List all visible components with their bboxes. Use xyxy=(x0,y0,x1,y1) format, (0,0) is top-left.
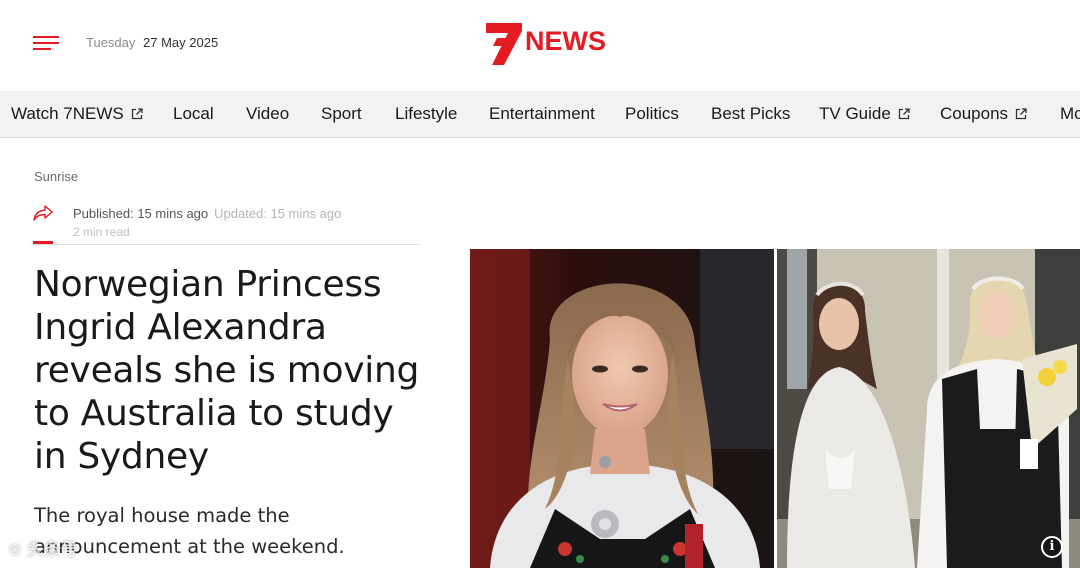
nav-item-label: Mo xyxy=(1060,104,1080,123)
nav-item-politics[interactable]: Politics xyxy=(625,104,679,124)
nav-item-label: Politics xyxy=(625,104,679,123)
external-link-icon xyxy=(1015,108,1027,120)
7news-logo[interactable]: NEWS xyxy=(484,22,632,66)
nav-item-label: Lifestyle xyxy=(395,104,458,123)
royals-walking-image xyxy=(777,249,1080,568)
article-category[interactable]: Sunrise xyxy=(34,169,78,184)
nav-item-mo[interactable]: Mo xyxy=(1060,104,1080,124)
nav-item-video[interactable]: Video xyxy=(246,104,289,124)
princess-portrait-image xyxy=(470,249,774,568)
published-time: Published: 15 mins ago xyxy=(73,206,209,221)
hero-image-right[interactable] xyxy=(777,249,1080,568)
share-icon[interactable] xyxy=(33,205,53,221)
read-time: 2 min read xyxy=(73,225,130,239)
nav-item-sport[interactable]: Sport xyxy=(321,104,362,124)
nav-item-coupons[interactable]: Coupons xyxy=(940,104,1027,124)
nav-item-best-picks[interactable]: Best Picks xyxy=(711,104,790,124)
nav-item-local[interactable]: Local xyxy=(173,104,214,124)
article-headline: Norwegian Princess Ingrid Alexandra reve… xyxy=(34,264,420,477)
nav-item-watch-7news[interactable]: Watch 7NEWS xyxy=(11,104,143,124)
nav-item-lifestyle[interactable]: Lifestyle xyxy=(395,104,457,124)
publish-info: Published: 15 mins ago Updated: 15 mins a… xyxy=(73,206,341,221)
updated-time: Updated: 15 mins ago xyxy=(214,206,342,221)
meta-divider xyxy=(33,244,420,245)
header-date: Tuesday 27 May 2025 xyxy=(86,35,218,50)
nav-item-label: Sport xyxy=(321,104,362,123)
date-day: Tuesday xyxy=(86,35,136,50)
article-standfirst: The royal house made the announcement at… xyxy=(34,504,345,558)
date-full: 27 May 2025 xyxy=(143,35,219,50)
external-link-icon xyxy=(131,108,143,120)
main-navigation: Watch 7NEWS Local Video Sport Lifestyle Enter… xyxy=(0,91,1080,138)
nav-item-label: Video xyxy=(246,104,290,123)
nav-item-label: Coupons xyxy=(940,104,1009,123)
nav-item-label: Entertainment xyxy=(489,104,595,123)
nav-item-entertainment[interactable]: Entertainment xyxy=(489,104,595,124)
logo-text: NEWS xyxy=(525,26,606,56)
nav-item-label: Best Picks xyxy=(711,104,791,123)
nav-item-label: Watch 7NEWS xyxy=(11,104,124,123)
hero-image-left[interactable] xyxy=(470,249,774,568)
external-link-icon xyxy=(898,108,910,120)
nav-item-label: Local xyxy=(173,104,214,123)
hamburger-menu-icon[interactable] xyxy=(33,36,59,51)
site-header: Tuesday 27 May 2025 NEWS xyxy=(0,0,1080,91)
image-info-icon[interactable]: i xyxy=(1041,536,1063,558)
watermark-logo: ⊙ 头条号 xyxy=(8,540,78,559)
nav-item-tv-guide[interactable]: TV Guide xyxy=(819,104,910,124)
nav-item-label: TV Guide xyxy=(819,104,891,123)
